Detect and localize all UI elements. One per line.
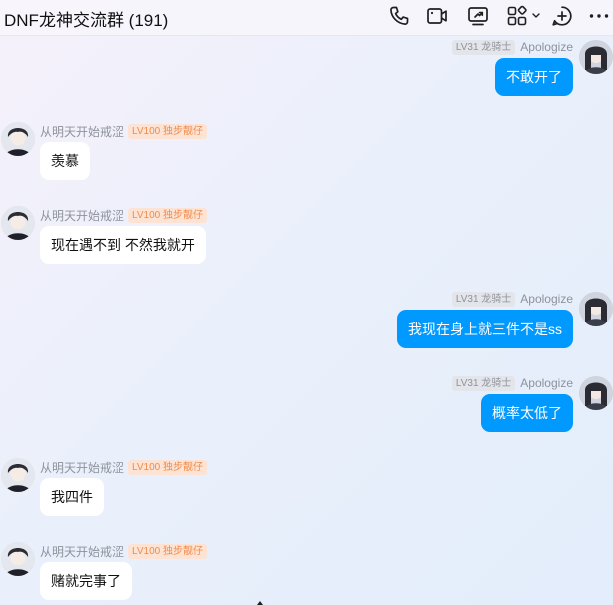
sender-name[interactable]: 从明天开始戒涩 [40,459,124,476]
avatar[interactable] [579,376,613,410]
avatar[interactable] [1,122,35,156]
message-bubble[interactable]: 不敢开了 [495,58,573,96]
apps-grid-icon[interactable] [505,4,529,28]
message-item: 从明天开始戒涩 LV100 独步靓仔 我四件 [0,458,613,520]
screen-share-icon[interactable] [466,4,490,28]
video-camera-icon[interactable] [425,4,449,28]
level-badge: LV100 独步靓仔 [128,459,207,475]
message-bubble[interactable]: 我四件 [40,478,104,516]
phone-icon[interactable] [387,4,411,28]
level-badge: LV100 独步靓仔 [128,543,207,559]
add-circle-icon[interactable] [550,4,574,28]
message-item: 从明天开始戒涩 LV100 独步靓仔 赌就完事了 [0,542,613,604]
sender-name[interactable]: 从明天开始戒涩 [40,207,124,224]
group-title: DNF龙神交流群 (191) [4,11,169,30]
message-item: 从明天开始戒涩 LV100 独步靓仔 现在遇不到 不然我就开 [0,206,613,268]
chat-header: DNF龙神交流群 (191) [0,0,613,36]
level-badge: LV100 独步靓仔 [128,123,207,139]
level-badge: LV31 龙骑士 [451,39,516,55]
message-bubble[interactable]: 羡慕 [40,142,90,180]
sender-name[interactable]: Apologize [520,40,573,54]
message-bubble[interactable]: 我现在身上就三件不是ss [397,310,573,348]
message-meta: 从明天开始戒涩 LV100 独步靓仔 [40,123,207,139]
sender-name[interactable]: Apologize [520,292,573,306]
message-meta: 从明天开始戒涩 LV100 独步靓仔 [40,459,207,475]
message-item: LV31 龙骑士 Apologize 不敢开了 [0,36,613,106]
more-icon[interactable] [587,4,611,28]
message-list[interactable]: LV31 龙骑士 Apologize 不敢开了 从明天开始戒涩 LV100 独步… [0,36,613,605]
level-badge: LV31 龙骑士 [451,375,516,391]
level-badge: LV100 独步靓仔 [128,207,207,223]
chevron-down-icon[interactable] [531,8,541,24]
message-item: LV31 龙骑士 Apologize 我现在身上就三件不是ss [0,290,613,352]
message-meta: LV31 龙骑士 Apologize [451,375,573,391]
resize-handle[interactable] [257,600,263,605]
sender-name[interactable]: 从明天开始戒涩 [40,543,124,560]
message-meta: 从明天开始戒涩 LV100 独步靓仔 [40,543,207,559]
sender-name[interactable]: Apologize [520,376,573,390]
avatar[interactable] [579,292,613,326]
message-meta: LV31 龙骑士 Apologize [451,39,573,55]
message-item: 从明天开始戒涩 LV100 独步靓仔 羡慕 [0,122,613,184]
avatar[interactable] [1,542,35,576]
message-meta: 从明天开始戒涩 LV100 独步靓仔 [40,207,207,223]
avatar[interactable] [1,458,35,492]
message-meta: LV31 龙骑士 Apologize [451,291,573,307]
message-bubble[interactable]: 赌就完事了 [40,562,132,600]
sender-name[interactable]: 从明天开始戒涩 [40,123,124,140]
message-bubble[interactable]: 现在遇不到 不然我就开 [40,226,206,264]
level-badge: LV31 龙骑士 [451,291,516,307]
avatar[interactable] [1,206,35,240]
message-bubble[interactable]: 概率太低了 [481,394,573,432]
avatar[interactable] [579,40,613,74]
message-item: LV31 龙骑士 Apologize 概率太低了 [0,374,613,436]
